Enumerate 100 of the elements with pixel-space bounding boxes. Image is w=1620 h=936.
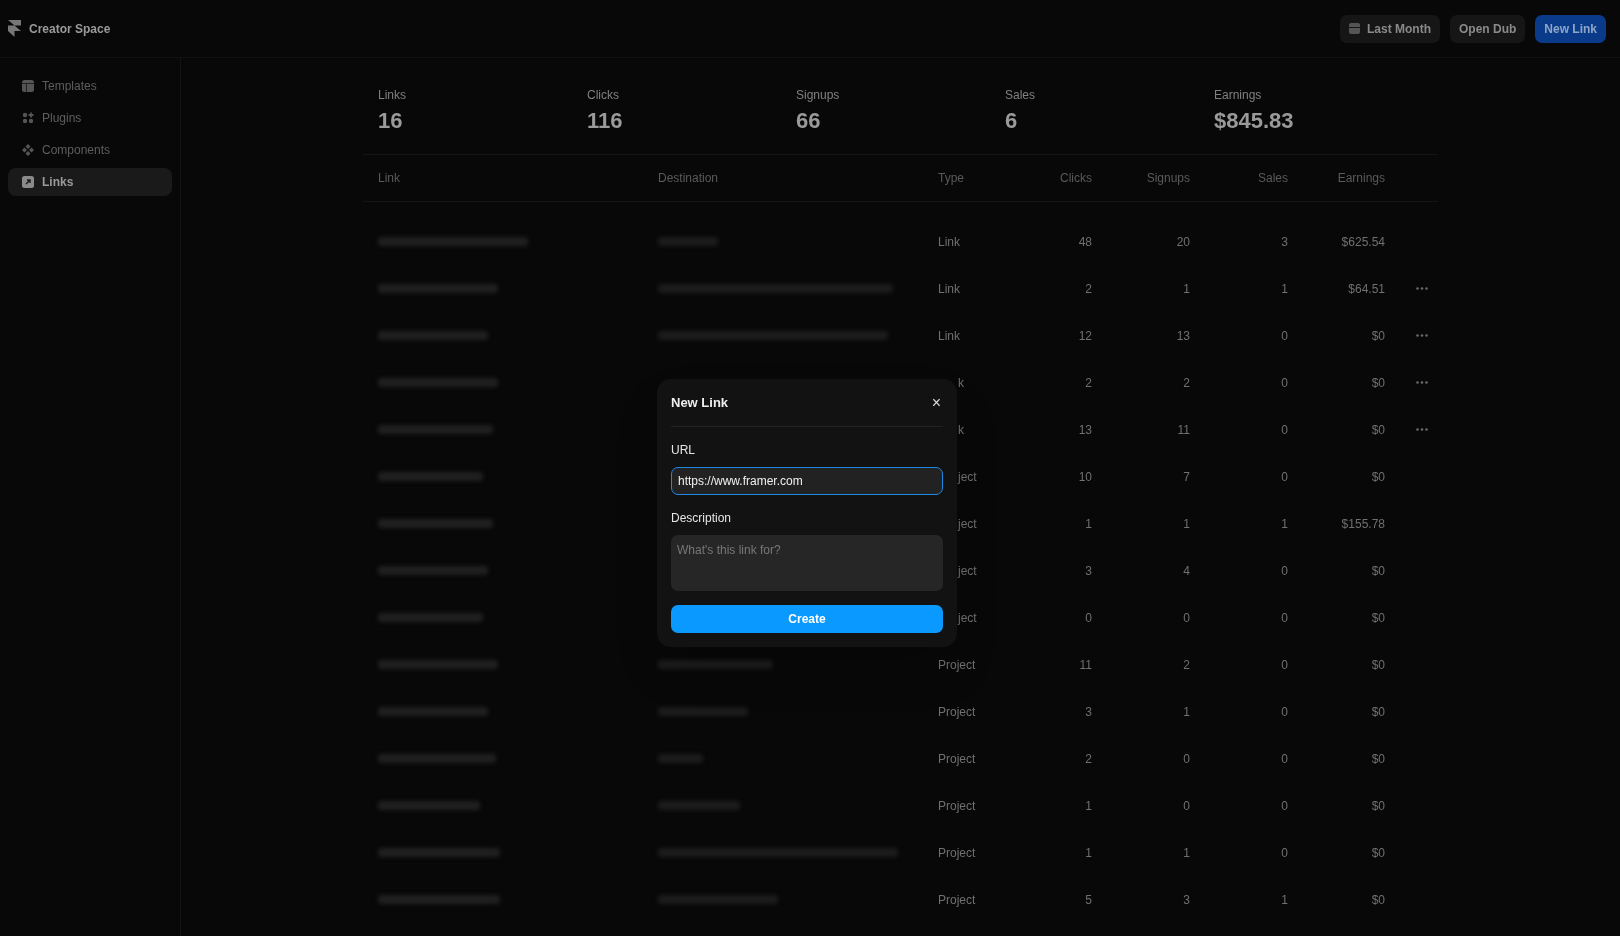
type-cell-text: k <box>958 421 964 439</box>
table-cell-text: 1 <box>1183 703 1190 721</box>
stat-label: Earnings <box>1214 87 1263 104</box>
column-header: Earnings <box>1337 170 1385 187</box>
table-cell-text: 2 <box>1085 374 1092 392</box>
more-options-icon[interactable] <box>1416 381 1428 384</box>
stat-label: Links <box>378 87 407 104</box>
field-label: Description <box>671 509 733 527</box>
table-cell-text: 3 <box>1085 703 1092 721</box>
table-cell-text: 0 <box>1183 750 1190 768</box>
type-cell-text: Link <box>938 280 960 298</box>
close-button[interactable]: × <box>929 394 943 411</box>
more-options-icon[interactable] <box>1416 287 1428 290</box>
table-cell-text: $0 <box>1371 891 1385 909</box>
sidebar-item[interactable]: Components <box>8 136 172 164</box>
create-button[interactable]: Create <box>671 604 943 633</box>
column-header: Clicks <box>1060 170 1092 187</box>
table-cell-text: 1 <box>1085 797 1092 815</box>
new-link-button[interactable]: New Link <box>1535 14 1606 43</box>
type-cell-text: Project <box>938 656 976 674</box>
stat-label: Sales <box>1005 87 1037 104</box>
url-field[interactable]: https://www.framer.com <box>671 466 943 495</box>
type-cell-text: Link <box>938 233 960 251</box>
column-header: Sales <box>1257 170 1288 187</box>
table-cell-text: 1 <box>1281 891 1288 909</box>
table-cell-text: 0 <box>1281 609 1288 627</box>
type-cell-text: ject <box>958 515 977 533</box>
table-cell-text: 0 <box>1183 609 1190 627</box>
column-header: Link <box>378 170 400 187</box>
table-cell-text: 11 <box>1079 656 1092 674</box>
table-cell-text: $0 <box>1371 374 1385 392</box>
column-header: Destination <box>658 170 719 187</box>
sidebar-item[interactable]: Plugins <box>8 104 172 132</box>
sidebar-item[interactable]: Templates <box>8 72 172 100</box>
app-title: Creator Space <box>29 20 111 38</box>
table-cell-text: $64.51 <box>1348 280 1385 298</box>
plugins-icon <box>22 112 34 124</box>
table-cell-text: 12 <box>1078 327 1092 345</box>
table-cell-text: $625.54 <box>1341 233 1385 251</box>
type-cell-text: ject <box>958 609 977 627</box>
arrow-square-icon <box>22 176 34 188</box>
stat-value: $845.83 <box>1214 110 1295 132</box>
templates-icon <box>22 80 34 92</box>
table-cell-text: $0 <box>1371 656 1385 674</box>
table-cell-text: 2 <box>1085 750 1092 768</box>
column-header: Type <box>938 170 964 187</box>
table-cell-text: 0 <box>1281 421 1288 439</box>
dialog-title: New Link <box>671 394 729 412</box>
stat-label: Signups <box>796 87 841 104</box>
table-cell-text: 3 <box>1085 562 1092 580</box>
more-options-icon[interactable] <box>1416 428 1428 431</box>
table-cell-text: 3 <box>1281 233 1288 251</box>
calendar-icon <box>1349 23 1360 34</box>
table-cell-text: $0 <box>1371 797 1385 815</box>
logo-icon <box>8 20 21 37</box>
table-cell-text: 0 <box>1281 797 1288 815</box>
table-cell-text: 2 <box>1183 374 1190 392</box>
table-cell-text: 0 <box>1281 562 1288 580</box>
table-cell-text: $0 <box>1371 421 1385 439</box>
table-cell-text: $0 <box>1371 750 1385 768</box>
table-cell-text: 48 <box>1078 233 1092 251</box>
table-cell-text: 0 <box>1281 750 1288 768</box>
stat-value: 16 <box>378 110 404 132</box>
table-cell-text: 13 <box>1176 327 1190 345</box>
more-options-icon[interactable] <box>1416 334 1428 337</box>
table-cell-text: $0 <box>1371 468 1385 486</box>
type-cell-text: Project <box>938 844 976 862</box>
type-cell-text: Project <box>938 750 976 768</box>
table-cell-text: 0 <box>1085 609 1092 627</box>
description-field[interactable]: What's this link for? <box>671 534 943 591</box>
table-cell-text: 1 <box>1281 515 1288 533</box>
table-cell-text: 7 <box>1183 468 1190 486</box>
table-cell-text: 2 <box>1085 280 1092 298</box>
date-range-button[interactable]: Last Month <box>1340 14 1440 43</box>
column-header: Signups <box>1146 170 1190 187</box>
type-cell-text: k <box>958 374 964 392</box>
table-cell-text: 1 <box>1183 844 1190 862</box>
components-icon <box>22 144 34 156</box>
type-cell-text: Project <box>938 703 976 721</box>
table-cell-text: 1 <box>1085 515 1092 533</box>
table-cell-text: 11 <box>1177 421 1190 439</box>
table-cell-text: $0 <box>1371 609 1385 627</box>
field-label: URL <box>671 441 696 459</box>
table-cell-text: 1 <box>1281 280 1288 298</box>
table-cell-text: 0 <box>1281 703 1288 721</box>
open-dub-button[interactable]: Open Dub <box>1450 14 1526 43</box>
type-cell-text: Project <box>938 891 976 909</box>
table-cell-text: 13 <box>1078 421 1092 439</box>
stat-value: 116 <box>587 110 624 132</box>
table-cell-text: 0 <box>1281 327 1288 345</box>
table-cell-text: 1 <box>1183 280 1190 298</box>
table-cell-text: $0 <box>1371 844 1385 862</box>
table-cell-text: 0 <box>1281 844 1288 862</box>
type-cell-text: Link <box>938 327 960 345</box>
type-cell-text: Project <box>938 797 976 815</box>
table-cell-text: 0 <box>1281 468 1288 486</box>
table-cell-text: 5 <box>1085 891 1092 909</box>
sidebar-item[interactable]: Links <box>8 168 172 196</box>
table-cell-text: $0 <box>1371 562 1385 580</box>
stat-value: 66 <box>796 110 822 132</box>
